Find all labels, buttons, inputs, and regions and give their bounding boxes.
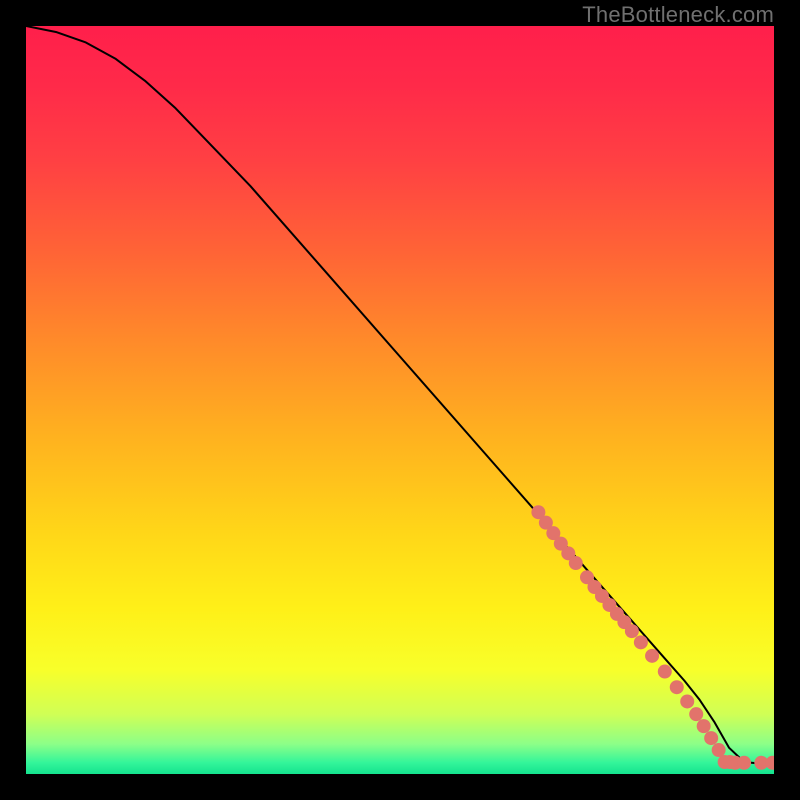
marker-dot	[689, 707, 703, 721]
marker-dot	[658, 665, 672, 679]
marker-dot	[737, 756, 751, 770]
watermark-text: TheBottleneck.com	[582, 2, 774, 28]
marker-dot	[625, 624, 639, 638]
marker-dot	[569, 556, 583, 570]
marker-dot	[680, 694, 694, 708]
chart-stage: TheBottleneck.com	[0, 0, 800, 800]
chart-background	[26, 26, 774, 774]
marker-dot	[697, 719, 711, 733]
marker-dot	[712, 743, 726, 757]
marker-dot	[704, 731, 718, 745]
chart-svg	[26, 26, 774, 774]
marker-dot	[645, 649, 659, 663]
plot-area	[26, 26, 774, 774]
marker-dot	[634, 635, 648, 649]
marker-dot	[670, 680, 684, 694]
